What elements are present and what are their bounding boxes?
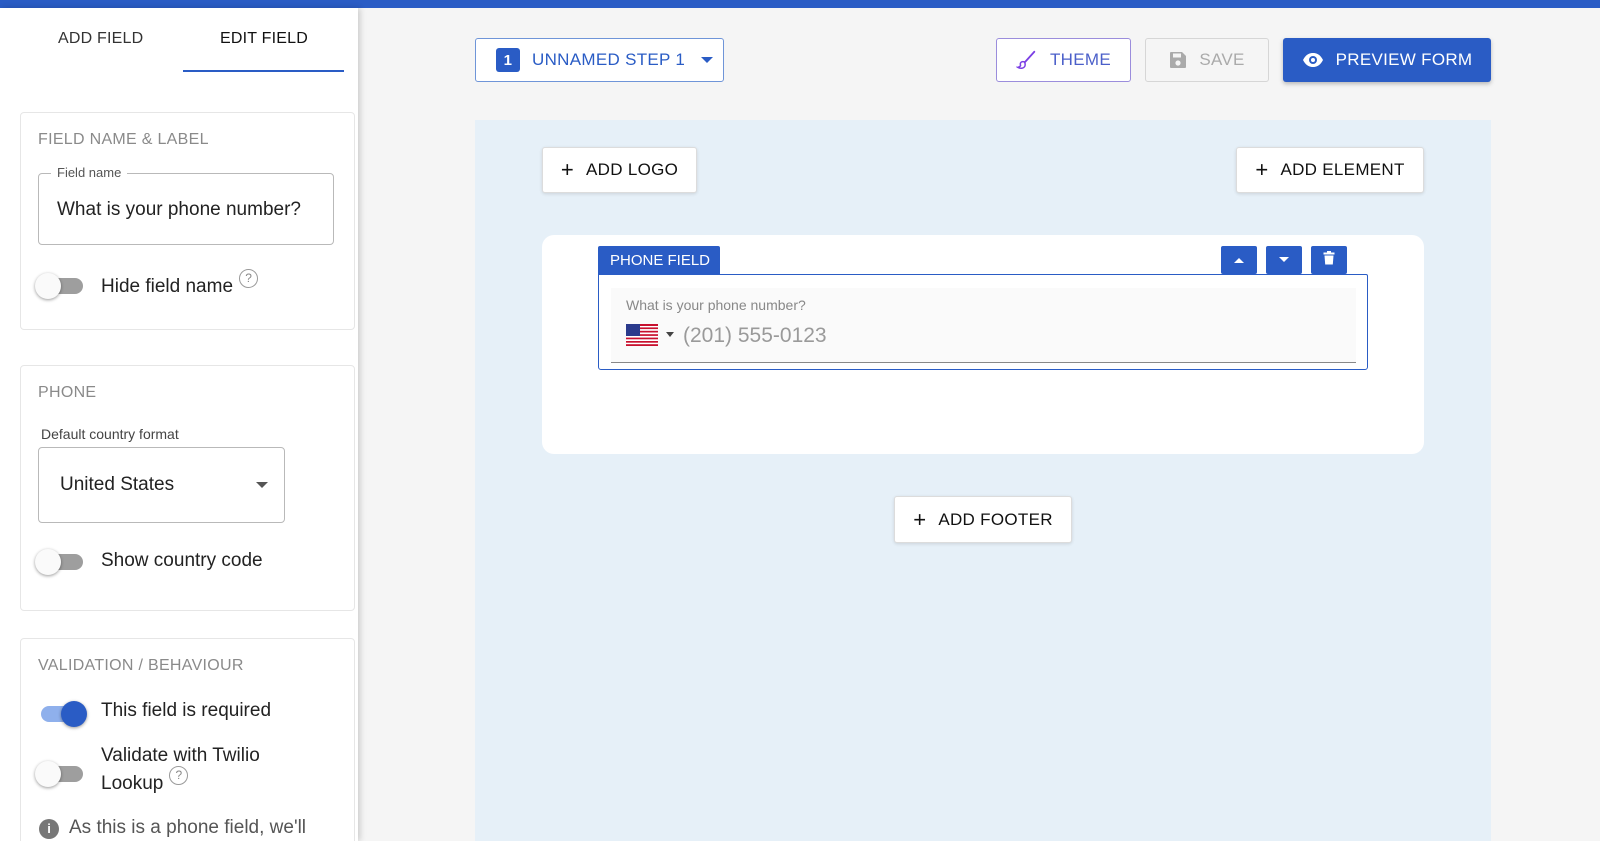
phone-card: PHONE Default country format United Stat… [20, 365, 355, 611]
card-title-field-name: FIELD NAME & LABEL [38, 131, 209, 148]
card-title-validation: VALIDATION / BEHAVIOUR [38, 657, 244, 674]
theme-label: THEME [1050, 50, 1111, 69]
add-element-label: ADD ELEMENT [1280, 160, 1405, 179]
toggle-knob [61, 701, 87, 727]
move-down-button[interactable] [1266, 246, 1302, 274]
arrow-up-icon [1233, 251, 1245, 269]
add-element-button[interactable]: + ADD ELEMENT [1236, 147, 1424, 193]
country-dropdown-caret-icon[interactable] [666, 332, 674, 337]
toggle-knob [35, 273, 61, 299]
phone-placeholder: (201) 555-0123 [683, 324, 827, 347]
toggle-knob [35, 761, 61, 787]
form-step-card: PHONE FIELD What is your phone number? (… [542, 235, 1424, 454]
trash-icon [1323, 250, 1335, 270]
us-flag-icon[interactable] [626, 324, 658, 351]
plus-icon: + [560, 157, 574, 182]
tab-add-field[interactable]: ADD FIELD [58, 30, 143, 48]
help-icon[interactable]: ? [169, 766, 189, 785]
plus-icon: + [1255, 157, 1269, 182]
form-canvas: + ADD LOGO + ADD ELEMENT PHONE FIELD Wha… [475, 120, 1491, 841]
show-country-code-toggle[interactable] [35, 549, 85, 575]
hide-field-name-toggle[interactable] [35, 273, 85, 299]
phone-input[interactable]: What is your phone number? (201) 555-012… [611, 288, 1356, 363]
preview-form-button[interactable]: PREVIEW FORM [1283, 38, 1491, 82]
chevron-down-icon [256, 482, 268, 488]
required-toggle[interactable] [35, 701, 87, 727]
phone-field-frame[interactable]: What is your phone number? (201) 555-012… [598, 274, 1368, 370]
toggle-knob [35, 549, 61, 575]
hide-field-name-text: Hide field name [101, 276, 234, 297]
field-name-legend: Field name [51, 165, 128, 180]
field-name-value[interactable]: What is your phone number? [57, 199, 301, 221]
twilio-lookup-text: Lookup [101, 773, 164, 794]
step-label: UNNAMED STEP 1 [532, 50, 686, 69]
plus-icon: + [913, 506, 927, 532]
phone-field-tag: PHONE FIELD [598, 246, 720, 274]
phone-input-label: What is your phone number? [626, 297, 806, 313]
country-format-value: United States [60, 474, 175, 495]
show-country-code-label: Show country code [101, 550, 263, 571]
add-footer-button[interactable]: + ADD FOOTER [894, 496, 1072, 543]
preview-label: PREVIEW FORM [1335, 50, 1473, 69]
validation-card: VALIDATION / BEHAVIOUR This field is req… [20, 638, 355, 841]
twilio-lookup-toggle[interactable] [35, 761, 85, 787]
add-logo-button[interactable]: + ADD LOGO [542, 147, 697, 193]
top-accent-bar [0, 0, 1600, 8]
step-number-badge: 1 [496, 48, 520, 72]
save-label: SAVE [1199, 50, 1245, 69]
active-tab-indicator [183, 70, 344, 72]
add-footer-label: ADD FOOTER [938, 509, 1053, 529]
chevron-down-icon [701, 57, 714, 63]
step-selector-button[interactable]: 1 UNNAMED STEP 1 [475, 38, 724, 82]
field-name-card: FIELD NAME & LABEL Field name What is yo… [20, 112, 355, 330]
twilio-lookup-label-line2: Lookup? [101, 766, 189, 798]
eye-icon [1302, 52, 1324, 68]
tab-edit-field[interactable]: EDIT FIELD [220, 30, 308, 48]
brush-icon [1016, 49, 1038, 71]
field-name-input[interactable]: Field name What is your phone number? [38, 165, 334, 245]
floppy-disk-icon [1169, 51, 1187, 69]
sidebar-tabs: ADD FIELD EDIT FIELD [0, 8, 358, 72]
save-button[interactable]: SAVE [1145, 38, 1269, 82]
card-title-phone: PHONE [38, 384, 97, 401]
country-format-label: Default country format [41, 426, 179, 442]
hide-field-name-label: Hide field name? [101, 269, 259, 301]
delete-field-button[interactable] [1311, 246, 1347, 274]
info-text: As this is a phone field, we'll [69, 817, 307, 838]
required-label: This field is required [101, 700, 272, 721]
sidebar: ADD FIELD EDIT FIELD FIELD NAME & LABEL … [0, 8, 358, 841]
info-icon: i [39, 819, 59, 839]
move-up-button[interactable] [1221, 246, 1257, 274]
add-logo-label: ADD LOGO [586, 160, 679, 179]
arrow-down-icon [1278, 251, 1290, 269]
theme-button[interactable]: THEME [996, 38, 1131, 82]
help-icon[interactable]: ? [239, 269, 259, 288]
country-format-select[interactable]: United States [38, 447, 285, 523]
